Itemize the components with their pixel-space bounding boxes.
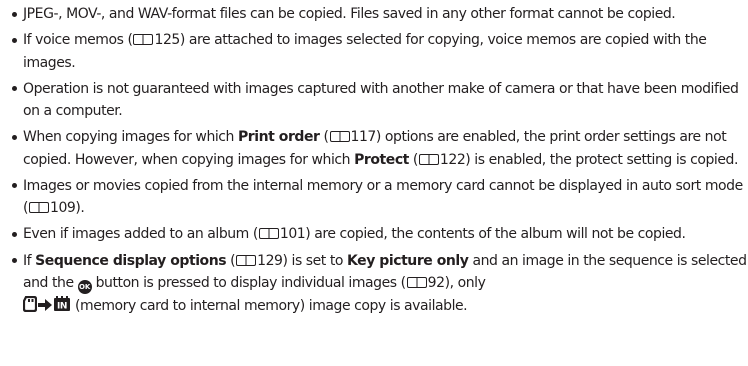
item-text: Even if images added to an album ( [23,226,258,243]
bullet [12,183,17,189]
arrow-right-icon [38,296,52,319]
menu-option-sequence-display: Sequence display options [35,252,227,269]
item-text: ( [319,129,329,146]
list-item: When copying images for which Print orde… [12,126,748,171]
page-reference[interactable]: 117 [351,129,377,145]
bullet [12,231,17,237]
page-reference[interactable]: 125 [154,32,180,48]
notes-list: JPEG-, MOV-, and WAV-format files can be… [0,0,748,319]
page-reference[interactable]: 109 [50,200,76,216]
item-text: ) are copied, the contents of the album … [305,226,686,243]
bullet [12,37,17,43]
book-icon [406,277,427,289]
internal-memory-icon: IN [53,295,71,320]
item-text: If [23,252,36,269]
item-text: ) is enabled, the protect setting is cop… [465,151,738,168]
item-text: JPEG-, MOV-, and WAV-format files can be… [23,6,676,22]
memory-card-icon [22,295,38,320]
item-text: ( [226,252,236,269]
item-text: ) is set to [282,252,347,269]
book-icon [329,131,350,143]
book-icon [133,34,154,46]
list-item: Images or movies copied from the interna… [12,175,748,220]
item-text: Operation is not guaranteed with images … [23,80,739,120]
list-item: Operation is not guaranteed with images … [12,78,748,123]
book-icon [258,228,279,240]
book-icon [236,254,257,266]
bullet [12,134,17,140]
item-text: ), only [444,275,486,292]
item-text: button is pressed to display individual … [91,275,406,292]
list-item: If Sequence display options (129) is set… [12,250,748,320]
ok-button-icon: OK [77,280,92,295]
item-text: If voice memos ( [23,32,133,49]
item-text: When copying images for which [23,129,238,146]
book-icon [29,202,50,214]
item-text: (memory card to internal memory) image c… [71,297,468,314]
page-reference[interactable]: 122 [440,152,466,168]
menu-option-key-picture-only: Key picture only [347,252,469,269]
page-reference[interactable]: 92 [428,275,445,291]
book-icon [418,153,439,165]
item-text: ( [408,151,418,168]
page-reference[interactable]: 101 [280,226,306,242]
list-item: Even if images added to an album ( 101) a… [12,223,748,246]
svg-text:IN: IN [57,301,67,311]
menu-option-print-order: Print order [237,129,320,146]
list-item: JPEG-, MOV-, and WAV-format files can be… [12,3,748,26]
page-reference[interactable]: 129 [257,253,283,269]
menu-option-protect: Protect [354,151,409,168]
item-text: ). [75,200,85,217]
bullet [12,86,17,92]
item-text: Images or movies copied from the interna… [23,177,743,217]
bullet [12,258,17,264]
list-item: If voice memos (125) are attached to ima… [12,29,748,74]
bullet [12,11,17,17]
